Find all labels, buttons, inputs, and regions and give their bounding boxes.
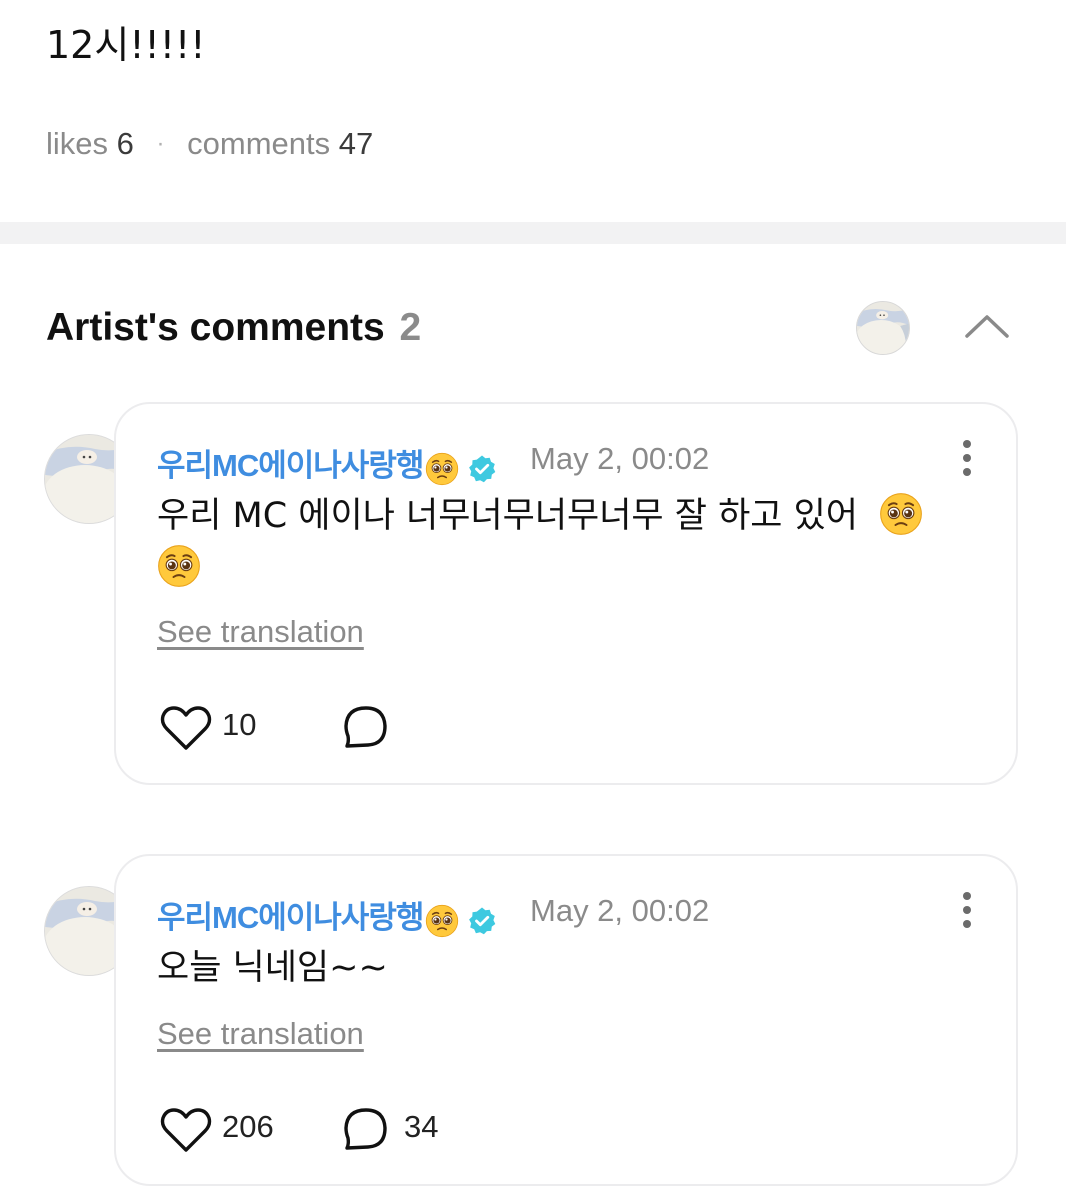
reply-count: 34: [404, 1109, 439, 1144]
comment-card: 우리MC에이나사랑행 May 2, 00:02 우리 MC 에이나 너무너무너무…: [114, 402, 1018, 785]
artist-comments-count: 2: [399, 306, 422, 349]
comment-text: 우리 MC 에이나 너무너무너무너무 잘 하고 있어: [157, 490, 957, 594]
comment-text: 오늘 닉네임~~: [157, 948, 388, 988]
more-options-icon[interactable]: [961, 438, 973, 478]
heart-icon[interactable]: [160, 704, 212, 752]
see-translation-link[interactable]: See translation: [157, 614, 364, 650]
see-translation-link[interactable]: See translation: [157, 1016, 364, 1052]
heart-icon[interactable]: [160, 1106, 212, 1154]
post-text: 12시!!!!!: [46, 23, 206, 67]
comment-date: May 2, 00:02: [530, 893, 710, 928]
verified-badge-icon: [468, 905, 498, 936]
like-count: 206: [222, 1109, 274, 1144]
pleading-face-emoji-icon: [425, 904, 459, 938]
artist-avatar[interactable]: [856, 301, 910, 355]
pleading-face-emoji-icon: [157, 544, 201, 588]
comments-label: comments: [187, 126, 331, 161]
comment-text-content: 우리 MC 에이나 너무너무너무너무 잘 하고 있어: [157, 496, 858, 536]
comment-author-row: 우리MC에이나사랑행: [157, 892, 498, 941]
comments-count: 47: [338, 126, 374, 161]
likes-label: likes: [46, 126, 109, 161]
comment-date: May 2, 00:02: [530, 441, 710, 476]
stats-separator: ·: [156, 130, 165, 157]
reply-bubble-icon[interactable]: [342, 1106, 390, 1152]
comment-author-row: 우리MC에이나사랑행: [157, 440, 498, 489]
pleading-face-emoji-icon: [425, 452, 459, 486]
pleading-face-emoji-icon: [879, 492, 923, 536]
reply-bubble-icon[interactable]: [342, 704, 390, 750]
artist-comments-title: Artist's comments 2: [46, 306, 421, 350]
section-divider: [0, 222, 1066, 244]
artist-comments-label: Artist's comments: [46, 306, 385, 349]
chevron-up-icon[interactable]: [963, 306, 1011, 346]
like-count: 10: [222, 707, 257, 742]
comment-card: 우리MC에이나사랑행 May 2, 00:02 오늘 닉네임~~ See tra…: [114, 854, 1018, 1186]
comment-author-name[interactable]: 우리MC에이나사랑행: [157, 900, 424, 935]
post-stats: likes 6 · comments 47: [46, 126, 373, 162]
more-options-icon[interactable]: [961, 890, 973, 930]
likes-count: 6: [116, 126, 134, 161]
comment-author-name[interactable]: 우리MC에이나사랑행: [157, 448, 424, 483]
verified-badge-icon: [468, 453, 498, 484]
